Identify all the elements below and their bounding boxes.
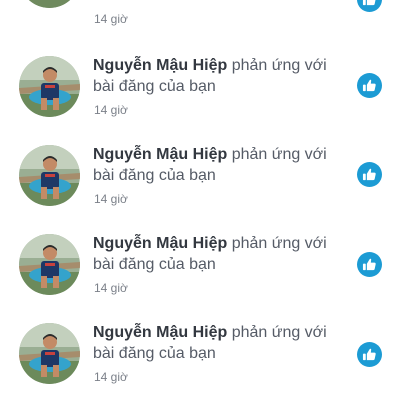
notification-item[interactable]: 14 giờ (0, 0, 400, 45)
avatar[interactable] (19, 323, 80, 384)
reaction-badge[interactable] (357, 73, 382, 98)
notification-text: Nguyễn Mậu Hiệp phản ứng với bài đăng củ… (93, 322, 343, 364)
reaction-badge[interactable] (357, 0, 382, 12)
notification-item[interactable]: Nguyễn Mậu Hiệp phản ứng với bài đăng củ… (0, 312, 400, 401)
notification-text: Nguyễn Mậu Hiệp phản ứng với bài đăng củ… (93, 55, 343, 97)
notification-time: 14 giờ (94, 103, 128, 117)
avatar[interactable] (19, 0, 80, 8)
notification-item[interactable]: Nguyễn Mậu Hiệp phản ứng với bài đăng củ… (0, 223, 400, 312)
user-name[interactable]: Nguyễn Mậu Hiệp (93, 57, 227, 74)
reaction-badge[interactable] (357, 162, 382, 187)
notification-time: 14 giờ (94, 192, 128, 206)
notification-item[interactable]: Nguyễn Mậu Hiệp phản ứng với bài đăng củ… (0, 134, 400, 223)
notification-text: Nguyễn Mậu Hiệp phản ứng với bài đăng củ… (93, 144, 343, 186)
thumbs-up-icon (362, 348, 376, 361)
thumbs-up-icon (362, 79, 376, 92)
user-name[interactable]: Nguyễn Mậu Hiệp (93, 235, 227, 252)
thumbs-up-icon (362, 0, 376, 6)
thumbs-up-icon (362, 168, 376, 181)
thumbs-up-icon (362, 258, 376, 271)
notification-time: 14 giờ (94, 281, 128, 295)
avatar[interactable] (19, 234, 80, 295)
user-name[interactable]: Nguyễn Mậu Hiệp (93, 146, 227, 163)
notification-time: 14 giờ (94, 370, 128, 384)
avatar[interactable] (19, 145, 80, 206)
avatar[interactable] (19, 56, 80, 117)
reaction-badge[interactable] (357, 342, 382, 367)
notification-item[interactable]: Nguyễn Mậu Hiệp phản ứng với bài đăng củ… (0, 45, 400, 134)
user-name[interactable]: Nguyễn Mậu Hiệp (93, 324, 227, 341)
reaction-badge[interactable] (357, 252, 382, 277)
notification-time: 14 giờ (94, 12, 128, 26)
notification-text: Nguyễn Mậu Hiệp phản ứng với bài đăng củ… (93, 233, 343, 275)
